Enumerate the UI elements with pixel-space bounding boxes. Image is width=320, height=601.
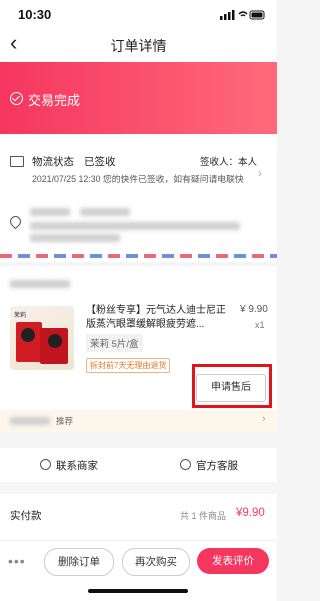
product-card: 茉莉 【粉丝专享】元气达人迪士尼正版蒸汽眼罩缓解眼疲劳遮... ¥ 9.90 x… bbox=[0, 266, 277, 426]
address-name-redacted bbox=[30, 208, 70, 216]
headset-icon bbox=[180, 459, 191, 470]
chevron-right-icon: › bbox=[258, 166, 262, 180]
shipping-detail: 2021/07/25 12:30 您的快件已签收，如有疑问请电联快 bbox=[32, 174, 244, 184]
store-name-redacted[interactable] bbox=[10, 280, 70, 288]
official-service-label: 官方客服 bbox=[196, 460, 238, 472]
chat-icon bbox=[40, 459, 51, 470]
status-bar: 10:30 bbox=[0, 0, 277, 26]
payment-label: 实付款 bbox=[10, 510, 42, 522]
order-status-banner: 交易完成 bbox=[0, 62, 277, 134]
product-image[interactable]: 茉莉 bbox=[10, 306, 74, 370]
home-indicator bbox=[88, 589, 188, 593]
shipping-status: 已签收 bbox=[84, 156, 116, 168]
delete-order-button[interactable]: 删除订单 bbox=[44, 548, 114, 576]
product-sku: 茉莉 5片/盒 bbox=[86, 334, 143, 352]
highlight-box bbox=[192, 364, 272, 408]
address-phone-redacted bbox=[80, 208, 130, 216]
return-policy-badge: 拆封前7天无理由退货 bbox=[86, 358, 171, 373]
official-service-button[interactable]: 官方客服 bbox=[180, 458, 238, 473]
product-quantity: x1 bbox=[255, 320, 265, 330]
contact-merchant-label: 联系商家 bbox=[56, 460, 98, 472]
payment-total: ¥9.90 bbox=[236, 507, 265, 519]
product-image-label: 茉莉 bbox=[14, 313, 27, 319]
payment-count: 共 1 件商品 bbox=[180, 511, 227, 521]
recommend-bar[interactable]: 推荐 › bbox=[0, 410, 277, 432]
shipping-signer: 签收人：本人 bbox=[200, 157, 258, 168]
order-status-text: 交易完成 bbox=[28, 93, 81, 108]
shipping-label: 物流状态 bbox=[32, 156, 74, 168]
contact-row: 联系商家 官方客服 bbox=[0, 448, 277, 482]
more-options-icon[interactable]: ••• bbox=[8, 553, 26, 569]
truck-icon bbox=[10, 156, 24, 167]
page-title: 订单详情 bbox=[110, 38, 167, 54]
status-time: 10:30 bbox=[18, 7, 52, 22]
address-line-redacted bbox=[30, 222, 240, 230]
signal-wifi-battery-icon bbox=[220, 10, 265, 20]
product-title[interactable]: 【粉丝专享】元气达人迪士尼正版蒸汽眼罩缓解眼疲劳遮... bbox=[86, 304, 226, 332]
recommend-label: 推荐 bbox=[56, 416, 74, 426]
nav-bar: ‹ 订单详情 bbox=[0, 26, 277, 62]
product-price: ¥ 9.90 bbox=[240, 304, 268, 315]
recommend-store-redacted bbox=[10, 417, 50, 425]
check-circle-icon bbox=[10, 92, 23, 105]
contact-merchant-button[interactable]: 联系商家 bbox=[40, 458, 98, 473]
shipping-row[interactable]: 物流状态 已签收 签收人：本人 2021/07/25 12:30 您的快件已签收… bbox=[8, 154, 268, 194]
bottom-action-bar: ••• 删除订单 再次购买 发表评价 bbox=[0, 540, 277, 601]
rebuy-button[interactable]: 再次购买 bbox=[122, 548, 190, 576]
shipping-card[interactable]: 物流状态 已签收 签收人：本人 2021/07/25 12:30 您的快件已签收… bbox=[0, 134, 277, 262]
address-line2-redacted bbox=[30, 234, 120, 242]
chevron-right-icon: › bbox=[262, 413, 266, 425]
airmail-divider bbox=[0, 254, 277, 258]
location-pin-icon bbox=[7, 213, 24, 230]
write-review-button[interactable]: 发表评价 bbox=[197, 548, 269, 574]
